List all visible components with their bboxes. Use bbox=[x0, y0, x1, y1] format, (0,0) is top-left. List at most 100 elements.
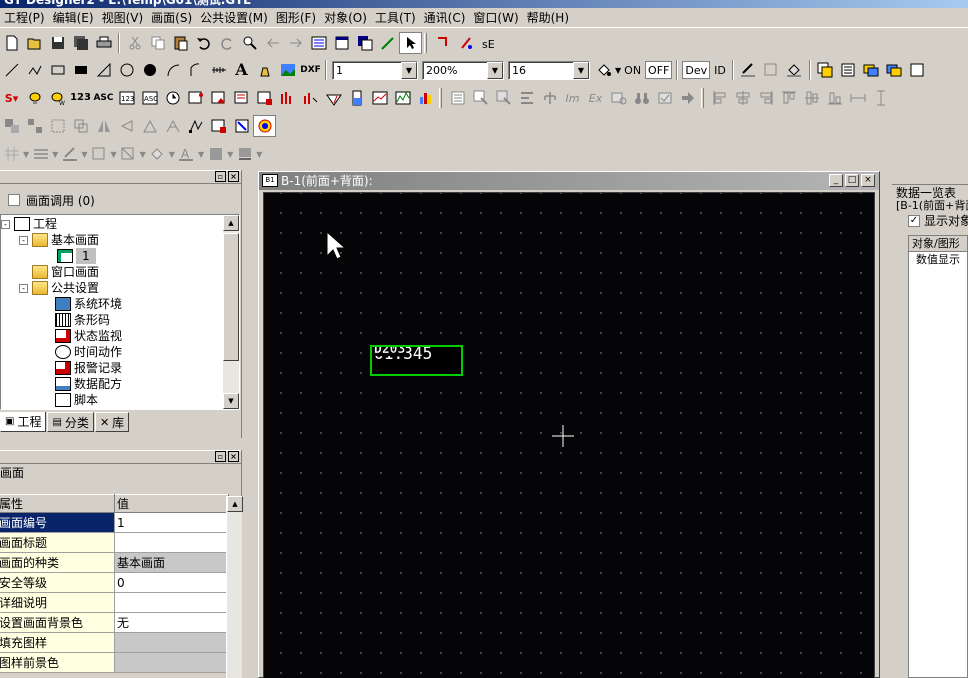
pattern-color-icon[interactable] bbox=[117, 143, 140, 165]
shadow-icon[interactable] bbox=[233, 143, 256, 165]
tree-item-system-env[interactable]: 系统环境 bbox=[55, 296, 122, 312]
on-button[interactable]: ON bbox=[622, 61, 643, 79]
numeric-display-object[interactable]: 01.345 D203 bbox=[370, 345, 463, 376]
scroll-up-icon[interactable]: ▲ bbox=[223, 215, 239, 231]
property-row[interactable]: 设置画面背景色无 bbox=[0, 612, 229, 633]
rotate-right-icon[interactable] bbox=[161, 115, 184, 137]
menu-edit[interactable]: 编辑(E) bbox=[49, 8, 98, 28]
filled-rectangle-icon[interactable] bbox=[69, 59, 92, 81]
paint-icon[interactable] bbox=[253, 59, 276, 81]
border-color-icon[interactable] bbox=[87, 143, 110, 165]
paint-color-icon[interactable] bbox=[146, 143, 169, 165]
close-icon[interactable]: × bbox=[228, 451, 239, 462]
align-left-icon[interactable] bbox=[708, 87, 731, 109]
flip-horizontal-icon[interactable] bbox=[92, 115, 115, 137]
user-alarm-icon[interactable] bbox=[253, 87, 276, 109]
align-bottom-icon[interactable] bbox=[823, 87, 846, 109]
property-row[interactable]: 图样前景色 bbox=[0, 652, 229, 673]
arc-icon[interactable] bbox=[161, 59, 184, 81]
new-icon[interactable] bbox=[0, 32, 23, 54]
unify-icon[interactable] bbox=[69, 115, 92, 137]
chevron-down-icon[interactable]: ▼ bbox=[573, 61, 589, 79]
ascii-display-icon[interactable]: ASC bbox=[92, 87, 115, 109]
binoculars-icon[interactable] bbox=[630, 87, 653, 109]
pattern-icon[interactable] bbox=[0, 143, 23, 165]
restore-icon[interactable]: ▫ bbox=[215, 451, 226, 462]
align-middle-icon[interactable] bbox=[800, 87, 823, 109]
line-width-select[interactable]: 1 ▼ bbox=[332, 60, 418, 80]
clock-display-icon[interactable] bbox=[161, 87, 184, 109]
off-button[interactable]: OFF bbox=[645, 61, 673, 79]
group-icon[interactable] bbox=[0, 115, 23, 137]
find-icon[interactable] bbox=[238, 32, 261, 54]
chevron-down-icon[interactable]: ▼ bbox=[401, 61, 417, 79]
restore-icon[interactable]: ▫ bbox=[215, 171, 226, 182]
tree-item-recipe[interactable]: 数据配方 bbox=[55, 376, 122, 392]
align-center-icon[interactable] bbox=[731, 87, 754, 109]
show-objects-option[interactable]: ✓ 显示对象 bbox=[908, 212, 968, 229]
window-icon[interactable] bbox=[906, 59, 929, 81]
data-list-item[interactable]: 数值显示 bbox=[909, 252, 967, 268]
rotate-left-icon[interactable] bbox=[138, 115, 161, 137]
property-row[interactable]: 画面编号 1 bbox=[0, 512, 229, 533]
export-icon[interactable]: Ex bbox=[584, 87, 607, 109]
property-sheet-icon[interactable] bbox=[330, 32, 353, 54]
menu-help[interactable]: 帮助(H) bbox=[523, 8, 573, 28]
polyline-icon[interactable] bbox=[23, 59, 46, 81]
menu-object[interactable]: 对象(O) bbox=[320, 8, 371, 28]
open-icon[interactable] bbox=[23, 32, 46, 54]
menu-screen[interactable]: 画面(S) bbox=[147, 8, 196, 28]
chevron-down-icon[interactable]: ▼ bbox=[256, 150, 262, 159]
polygon-icon[interactable] bbox=[92, 59, 115, 81]
text-color-icon[interactable]: A bbox=[175, 143, 198, 165]
bring-front-icon[interactable] bbox=[814, 59, 837, 81]
touch-switch-icon[interactable] bbox=[446, 87, 469, 109]
panel-meter-icon[interactable] bbox=[322, 87, 345, 109]
tree-item-common-settings[interactable]: - 公共设置 bbox=[19, 280, 99, 296]
zoom-select[interactable]: 200% ▼ bbox=[422, 60, 504, 80]
back-icon[interactable] bbox=[261, 32, 284, 54]
object-property-icon[interactable] bbox=[207, 115, 230, 137]
save-icon[interactable] bbox=[46, 32, 69, 54]
frame-color-icon[interactable] bbox=[760, 59, 783, 81]
layer-icon[interactable] bbox=[860, 59, 883, 81]
cut-icon[interactable] bbox=[123, 32, 146, 54]
layer-switch-icon[interactable] bbox=[883, 59, 906, 81]
fill-color-icon[interactable] bbox=[783, 59, 806, 81]
scroll-up-icon[interactable]: ▲ bbox=[227, 496, 243, 512]
menu-tools[interactable]: 工具(T) bbox=[371, 8, 420, 28]
screen-canvas[interactable]: 01.345 D203 bbox=[263, 192, 875, 678]
dxf-icon[interactable]: DXF bbox=[299, 59, 322, 81]
paste-icon[interactable] bbox=[169, 32, 192, 54]
select-arrow-icon[interactable] bbox=[399, 32, 422, 54]
bar-graph-icon[interactable] bbox=[414, 87, 437, 109]
save-all-icon[interactable] bbox=[69, 32, 92, 54]
tree-item-barcode[interactable]: 条形码 bbox=[55, 312, 110, 328]
numeric-input-icon[interactable]: 123 bbox=[115, 87, 138, 109]
tree-item-base-screen[interactable]: - 基本画面 bbox=[19, 232, 99, 248]
menu-view[interactable]: 视图(V) bbox=[98, 8, 148, 28]
pen-icon[interactable] bbox=[376, 32, 399, 54]
call-screen-option[interactable]: 画面调用 (0) bbox=[8, 192, 95, 208]
parts-display-icon[interactable] bbox=[276, 87, 299, 109]
flip-vertical-icon[interactable] bbox=[115, 115, 138, 137]
chevron-down-icon[interactable]: ▼ bbox=[487, 61, 503, 79]
alarm-history-icon[interactable] bbox=[207, 87, 230, 109]
tree-item-script[interactable]: 脚本 bbox=[55, 392, 98, 408]
tree-icon[interactable] bbox=[538, 87, 561, 109]
menu-window[interactable]: 窗口(W) bbox=[469, 8, 522, 28]
id-button[interactable]: ID bbox=[712, 61, 728, 79]
print-icon[interactable] bbox=[92, 32, 115, 54]
tab-project[interactable]: ▣ 工程 bbox=[0, 412, 47, 432]
close-icon[interactable]: × bbox=[228, 171, 239, 182]
device-search-icon[interactable] bbox=[431, 32, 454, 54]
parts-move-icon[interactable] bbox=[299, 87, 322, 109]
object-select-icon[interactable] bbox=[253, 115, 276, 137]
fill-bucket-icon[interactable] bbox=[592, 59, 615, 81]
call-screen-checkbox[interactable] bbox=[8, 194, 20, 206]
property-row[interactable]: 填充图样 bbox=[0, 632, 229, 653]
line-style-icon[interactable] bbox=[29, 143, 52, 165]
device-change-icon[interactable] bbox=[230, 115, 253, 137]
lamp-word-icon[interactable]: W bbox=[46, 87, 69, 109]
tree-item-project[interactable]: - 工程 bbox=[1, 216, 57, 232]
